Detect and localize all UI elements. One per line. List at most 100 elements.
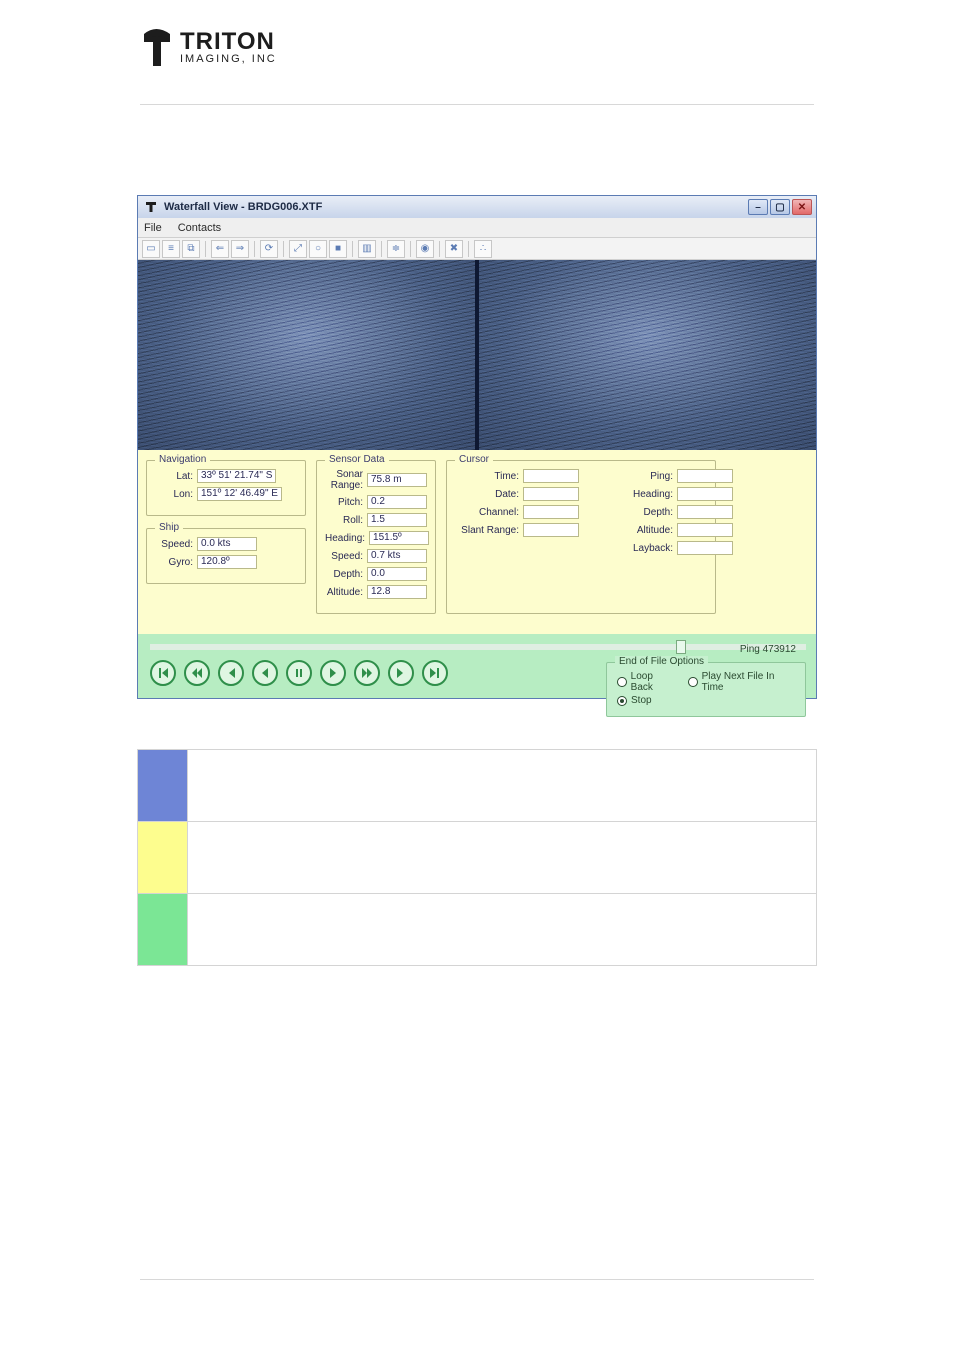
play-button[interactable] bbox=[320, 660, 346, 686]
rewind-button[interactable] bbox=[218, 660, 244, 686]
logo-text: TRITON IMAGING, INC bbox=[180, 31, 277, 64]
target-icon[interactable]: ◉ bbox=[416, 240, 434, 258]
toolbar-separator bbox=[381, 241, 382, 257]
stop-icon[interactable]: ■ bbox=[329, 240, 347, 258]
fast-forward-button[interactable] bbox=[354, 660, 380, 686]
titlebar: Waterfall View - BRDG006.XTF – ▢ ✕ bbox=[138, 196, 816, 218]
window-title: Waterfall View - BRDG006.XTF bbox=[164, 201, 322, 213]
ship-group: Ship Speed: 0.0 kts Gyro: 120.8º bbox=[146, 528, 306, 584]
document-header: TRITON IMAGING, INC bbox=[0, 0, 954, 96]
cursor-title: Cursor bbox=[455, 454, 493, 465]
altitude-label: Altitude: bbox=[325, 587, 363, 598]
toolbar-separator bbox=[352, 241, 353, 257]
navigation-group: Navigation Lat: 33º 51' 21.74" S Lon: 15… bbox=[146, 460, 306, 516]
seek-thumb[interactable] bbox=[676, 640, 686, 654]
radio-icon[interactable] bbox=[617, 696, 627, 706]
circle-icon[interactable]: ○ bbox=[309, 240, 327, 258]
window-close-button[interactable]: ✕ bbox=[792, 199, 812, 215]
logo: TRITON IMAGING, INC bbox=[140, 28, 954, 68]
sonar-right[interactable] bbox=[479, 260, 816, 450]
toolbar-separator bbox=[254, 241, 255, 257]
step-back-button[interactable] bbox=[184, 660, 210, 686]
range-label: Sonar Range: bbox=[325, 469, 363, 491]
legend-text-green bbox=[188, 894, 817, 966]
pitch-value: 0.2 bbox=[367, 495, 427, 509]
step-forward-button[interactable] bbox=[388, 660, 414, 686]
list-icon[interactable]: ≡ bbox=[162, 240, 180, 258]
ship-gyro-label: Gyro: bbox=[155, 557, 193, 568]
layers-icon[interactable]: ≑ bbox=[387, 240, 405, 258]
skip-start-button[interactable] bbox=[150, 660, 176, 686]
cursor-depth-value bbox=[677, 505, 733, 519]
sensor-speed-value: 0.7 kts bbox=[367, 549, 427, 563]
zoomin-icon[interactable]: ⤢ bbox=[289, 240, 307, 258]
sonar-display[interactable] bbox=[138, 260, 816, 450]
radio-icon[interactable] bbox=[688, 677, 698, 687]
toolbar: ▭ ≡ ⧉ ⇐ ⇒ ⟳ ⤢ ○ ■ ▥ ≑ ◉ ✖ ∴ bbox=[138, 238, 816, 260]
skip-end-button[interactable] bbox=[422, 660, 448, 686]
column-icon[interactable]: ▥ bbox=[358, 240, 376, 258]
cursor-date-value bbox=[523, 487, 579, 501]
window-minimize-button[interactable]: – bbox=[748, 199, 768, 215]
sonar-left[interactable] bbox=[138, 260, 475, 450]
back-icon[interactable]: ⇐ bbox=[211, 240, 229, 258]
cursor-time-label: Time: bbox=[455, 471, 519, 482]
forward-icon[interactable]: ⇒ bbox=[231, 240, 249, 258]
app-window: Waterfall View - BRDG006.XTF – ▢ ✕ File … bbox=[137, 195, 817, 699]
close-icon[interactable]: ✖ bbox=[445, 240, 463, 258]
toolbar-separator bbox=[205, 241, 206, 257]
eof-title: End of File Options bbox=[615, 656, 708, 667]
pause-button[interactable] bbox=[286, 660, 312, 686]
eof-loop-option[interactable]: Loop Back bbox=[617, 671, 676, 693]
ship-gyro-value: 120.8º bbox=[197, 555, 257, 569]
lon-value: 151º 12' 46.49" E bbox=[197, 487, 282, 501]
cursor-heading-value bbox=[677, 487, 733, 501]
menu-file[interactable]: File bbox=[144, 222, 162, 234]
toolbar-separator bbox=[410, 241, 411, 257]
window-maximize-button[interactable]: ▢ bbox=[770, 199, 790, 215]
cursor-ping-value bbox=[677, 469, 733, 483]
toolbar-separator bbox=[468, 241, 469, 257]
radio-icon[interactable] bbox=[617, 677, 627, 687]
cursor-date-label: Date: bbox=[455, 489, 519, 500]
eof-next-option[interactable]: Play Next File In Time bbox=[688, 671, 795, 693]
app-icon bbox=[144, 200, 164, 214]
sensor-title: Sensor Data bbox=[325, 454, 389, 465]
info-panel: Navigation Lat: 33º 51' 21.74" S Lon: 15… bbox=[138, 450, 816, 634]
eof-stop-option[interactable]: Stop bbox=[617, 695, 795, 706]
table-row bbox=[138, 894, 817, 966]
cursor-channel-value bbox=[523, 505, 579, 519]
pitch-label: Pitch: bbox=[325, 497, 363, 508]
seek-label: Ping 473912 bbox=[740, 644, 796, 655]
screenshot: Waterfall View - BRDG006.XTF – ▢ ✕ File … bbox=[137, 195, 817, 699]
cursor-altitude-value bbox=[677, 523, 733, 537]
cursor-depth-label: Depth: bbox=[609, 507, 673, 518]
cursor-group: Cursor Time: Date: Channel: Slant Range:… bbox=[446, 460, 716, 614]
logo-line2: IMAGING, INC bbox=[180, 54, 277, 64]
copy-icon[interactable]: ⧉ bbox=[182, 240, 200, 258]
nodes-icon[interactable]: ∴ bbox=[474, 240, 492, 258]
cursor-layback-value bbox=[677, 541, 733, 555]
cursor-altitude-label: Altitude: bbox=[609, 525, 673, 536]
frame-back-button[interactable] bbox=[252, 660, 278, 686]
cursor-heading-label: Heading: bbox=[609, 489, 673, 500]
swatch-green bbox=[138, 894, 188, 966]
menu-contacts[interactable]: Contacts bbox=[178, 222, 221, 234]
cursor-slant-label: Slant Range: bbox=[455, 525, 519, 536]
sensor-speed-label: Speed: bbox=[325, 551, 363, 562]
logo-line1: TRITON bbox=[180, 31, 277, 54]
playback-panel: Ping 473912 End of File Options Loop bbox=[138, 634, 816, 698]
ship-title: Ship bbox=[155, 522, 183, 533]
roll-label: Roll: bbox=[325, 515, 363, 526]
logo-mark-icon bbox=[140, 28, 174, 68]
power-icon[interactable]: ⟳ bbox=[260, 240, 278, 258]
toolbar-separator bbox=[283, 241, 284, 257]
legend-text-yellow bbox=[188, 822, 817, 894]
legend-text-blue bbox=[188, 750, 817, 822]
table-row bbox=[138, 822, 817, 894]
heading-label: Heading: bbox=[325, 533, 365, 544]
ship-speed-label: Speed: bbox=[155, 539, 193, 550]
seek-slider[interactable]: Ping 473912 bbox=[150, 644, 806, 650]
select-icon[interactable]: ▭ bbox=[142, 240, 160, 258]
depth-value: 0.0 bbox=[367, 567, 427, 581]
